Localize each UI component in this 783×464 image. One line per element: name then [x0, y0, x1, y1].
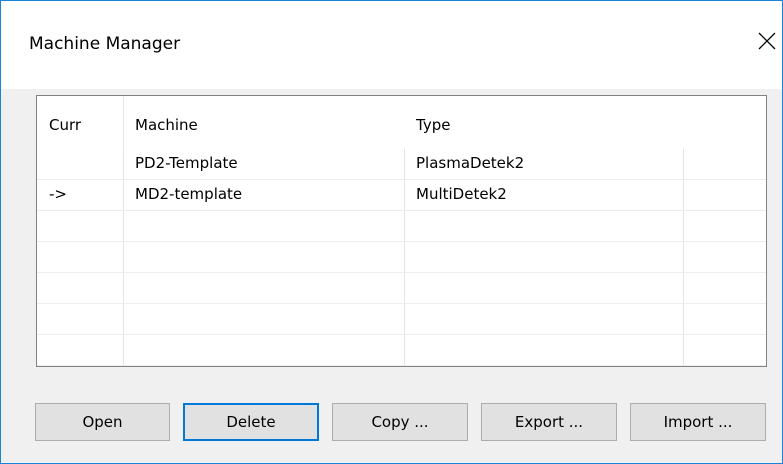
- column-header-machine[interactable]: Machine: [123, 96, 404, 149]
- curr-cell: ->: [49, 185, 67, 203]
- column-header-empty[interactable]: [683, 96, 766, 149]
- header-divider: [123, 96, 124, 149]
- delete-button[interactable]: Delete: [183, 403, 319, 441]
- table-row[interactable]: PD2-Template PlasmaDetek2: [37, 149, 766, 180]
- type-cell: [404, 242, 683, 273]
- table-row[interactable]: [37, 273, 766, 304]
- type-cell: [404, 304, 683, 335]
- machine-cell: MD2-template: [135, 185, 243, 203]
- machine-cell: PD2-Template: [135, 154, 238, 172]
- machine-cell: [123, 335, 404, 366]
- close-icon: [758, 32, 776, 50]
- column-header-type[interactable]: Type: [404, 96, 683, 149]
- table-row[interactable]: -> MD2-template MultiDetek2: [37, 180, 766, 211]
- curr-cell: [37, 211, 123, 242]
- list-header: Curr Machine Type: [37, 96, 766, 149]
- machine-cell: [123, 273, 404, 304]
- open-button[interactable]: Open: [35, 403, 170, 441]
- type-cell: MultiDetek2: [416, 185, 507, 203]
- curr-cell: [37, 304, 123, 335]
- type-cell: [404, 273, 683, 304]
- curr-cell: [37, 242, 123, 273]
- column-header-curr[interactable]: Curr: [37, 96, 123, 149]
- machine-manager-dialog: Machine Manager Curr Machine Type PD2-Te…: [0, 0, 783, 464]
- machine-cell: [123, 304, 404, 335]
- type-cell: PlasmaDetek2: [416, 154, 525, 172]
- table-row[interactable]: [37, 242, 766, 273]
- type-cell: [404, 211, 683, 242]
- dialog-body: Curr Machine Type PD2-Template PlasmaDet…: [1, 89, 782, 463]
- copy-button[interactable]: Copy ...: [332, 403, 468, 441]
- curr-cell: [37, 273, 123, 304]
- curr-cell: [37, 149, 123, 180]
- import-button[interactable]: Import ...: [630, 403, 766, 441]
- export-button[interactable]: Export ...: [481, 403, 617, 441]
- window-title: Machine Manager: [29, 34, 181, 54]
- machine-list[interactable]: Curr Machine Type PD2-Template PlasmaDet…: [36, 95, 767, 367]
- machine-cell: [123, 211, 404, 242]
- type-cell: [404, 335, 683, 366]
- title-bar: Machine Manager: [1, 1, 782, 89]
- table-row[interactable]: [37, 335, 766, 366]
- curr-cell: [37, 335, 123, 366]
- table-row[interactable]: [37, 211, 766, 242]
- machine-cell: [123, 242, 404, 273]
- table-row[interactable]: [37, 304, 766, 335]
- close-button[interactable]: [752, 26, 782, 56]
